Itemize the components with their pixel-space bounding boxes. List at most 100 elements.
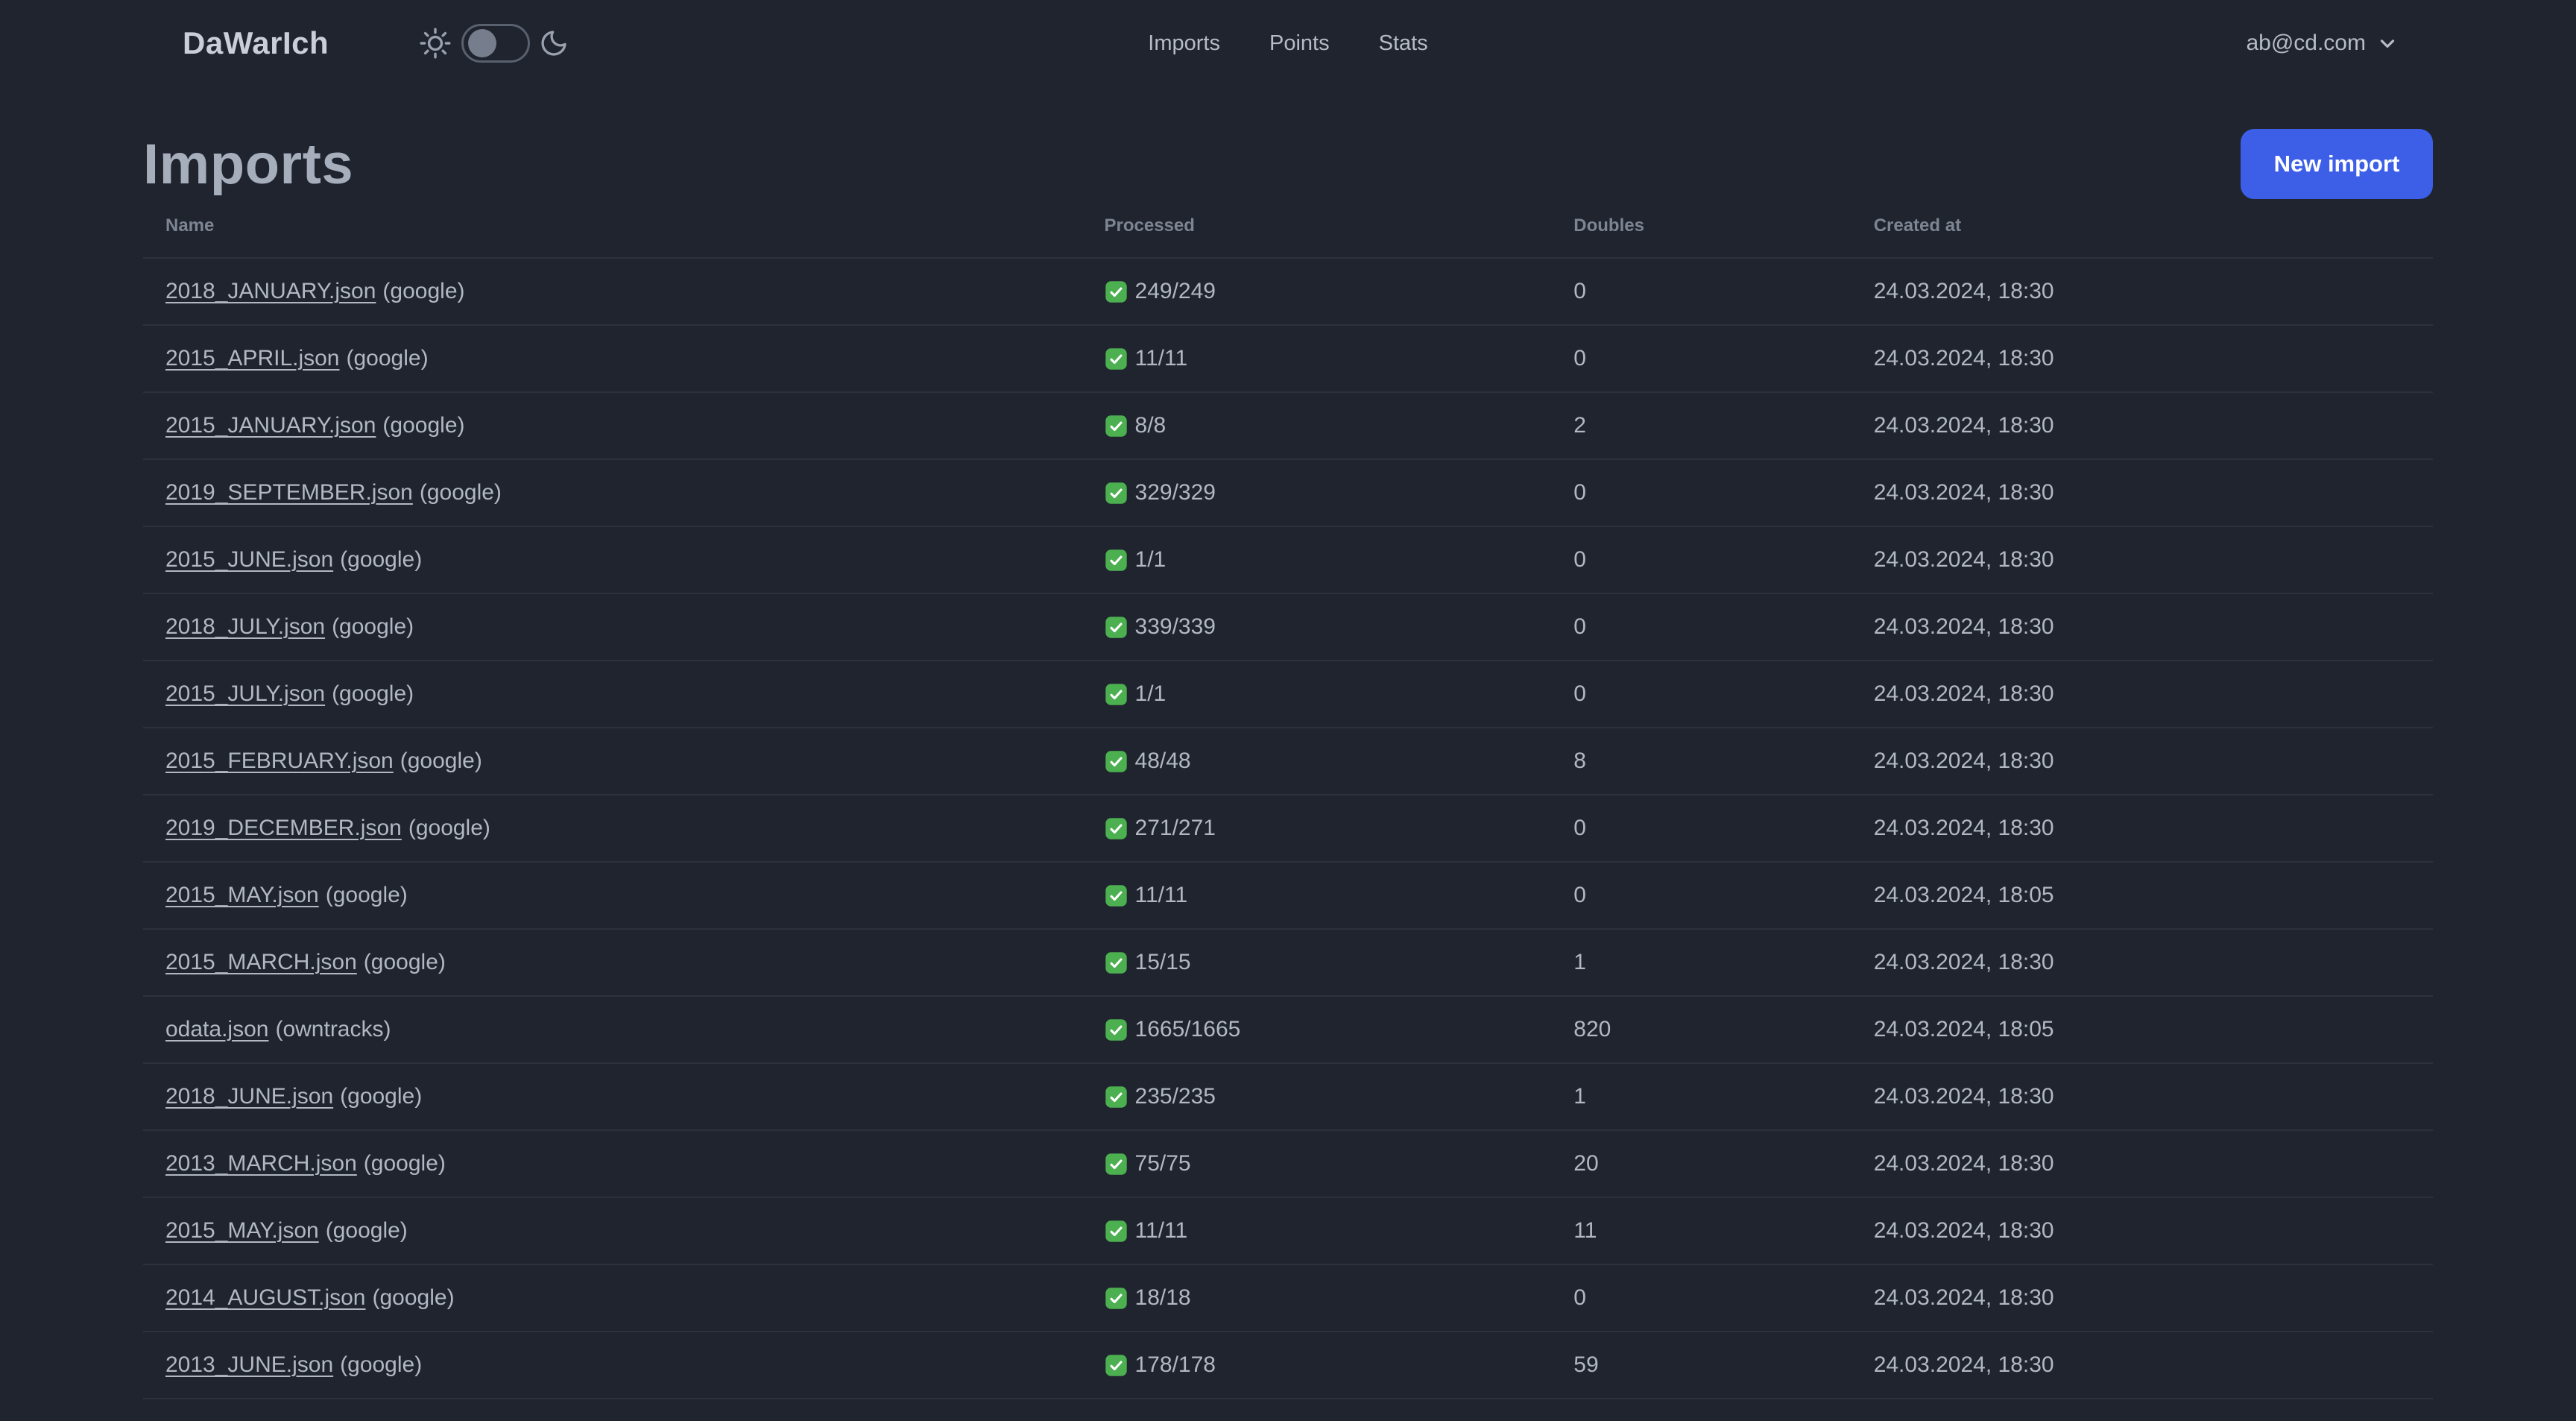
nav-link-points[interactable]: Points (1269, 31, 1330, 56)
page-title: Imports (143, 132, 354, 196)
processed-count: 178/178 (1134, 1352, 1216, 1377)
chevron-down-icon (2376, 32, 2399, 54)
new-import-button[interactable]: New import (2241, 129, 2433, 199)
import-file-link[interactable]: 2015_MARCH.json (165, 950, 357, 974)
created-at: 24.03.2024, 18:05 (1851, 995, 2433, 1063)
created-at: 24.03.2024, 18:30 (1851, 794, 2433, 862)
success-check-icon (1105, 482, 1128, 505)
processed-count: 18/18 (1134, 1285, 1191, 1310)
table-row: 2015_MAY.json (google) 11/11 0 24.03.2024… (143, 861, 2433, 929)
toggle-knob (468, 29, 497, 57)
created-at (1851, 1398, 2433, 1421)
processed-count: 11/11 (1134, 346, 1188, 371)
success-check-icon (1105, 347, 1128, 371)
import-file-link[interactable]: 2019_SEPTEMBER.json (165, 480, 413, 505)
table-row: 2018_JANUARY.json (google) 249/249 0 24.0… (143, 257, 2433, 325)
import-source: (google) (408, 816, 490, 840)
import-source: (google) (363, 1151, 446, 1176)
success-check-icon (1105, 549, 1128, 572)
theme-toggle[interactable] (461, 24, 531, 63)
processed-count: 8/8 (1134, 413, 1167, 438)
table-row: 2018_JULY.json (google) 339/339 0 24.03.2… (143, 593, 2433, 661)
import-source: (google) (325, 883, 408, 907)
success-check-icon (1105, 280, 1128, 303)
import-file-link[interactable]: 2015_APRIL.json (165, 346, 340, 371)
import-source: (google) (372, 1285, 455, 1310)
nav-link-imports[interactable]: Imports (1148, 31, 1220, 56)
import-source: (google) (332, 681, 414, 706)
user-menu[interactable]: ab@cd.com (2246, 31, 2399, 56)
table-row: 2018_JUNE.json (google) 235/235 1 24.03.2… (143, 1062, 2433, 1130)
import-file-link[interactable]: 2015_FEBRUARY.json (165, 749, 394, 773)
doubles-count: 1 (1551, 1062, 1852, 1130)
created-at: 24.03.2024, 18:30 (1851, 1062, 2433, 1130)
doubles-count: 0 (1551, 794, 1852, 862)
import-file-link[interactable]: 2015_JANUARY.json (165, 413, 376, 438)
created-at: 24.03.2024, 18:30 (1851, 660, 2433, 728)
success-check-icon (1105, 415, 1128, 438)
doubles-count: 0 (1551, 257, 1852, 325)
import-file-link[interactable]: 2018_JANUARY.json (165, 279, 376, 303)
processed-count: 11/11 (1134, 1218, 1188, 1243)
success-check-icon (1105, 1354, 1128, 1377)
app-logo[interactable]: DaWarIch (183, 25, 329, 61)
table-row: 2015_JUNE.json (google) 1/1 0 24.03.2024,… (143, 526, 2433, 593)
table-row: 2015_FEBRUARY.json (google) 48/48 8 24.03… (143, 727, 2433, 795)
column-header-doubles: Doubles (1573, 215, 1644, 236)
import-file-link[interactable]: odata.json (165, 1017, 268, 1042)
moon-icon (539, 28, 569, 58)
table-row-partial (143, 1398, 2433, 1421)
column-header-name: Name (165, 215, 215, 236)
created-at: 24.03.2024, 18:30 (1851, 391, 2433, 459)
import-source: (google) (340, 1352, 423, 1377)
created-at: 24.03.2024, 18:05 (1851, 861, 2433, 929)
import-file-link[interactable]: 2015_JUNE.json (165, 547, 333, 572)
processed-count: 1665/1665 (1134, 1017, 1241, 1042)
success-check-icon (1105, 750, 1128, 773)
table-row: 2019_SEPTEMBER.json (google) 329/329 0 24… (143, 459, 2433, 526)
table-row: 2013_MARCH.json (google) 75/75 20 24.03.2… (143, 1129, 2433, 1197)
main-nav: Imports Points Stats (1148, 31, 1427, 56)
processed-count: 75/75 (1134, 1151, 1191, 1176)
import-file-link[interactable]: 2019_DECEMBER.json (165, 816, 402, 840)
doubles-count: 820 (1551, 995, 1852, 1063)
import-file-link[interactable]: 2018_JUNE.json (165, 1084, 333, 1109)
import-file-link[interactable]: 2014_AUGUST.json (165, 1285, 365, 1310)
created-at: 24.03.2024, 18:30 (1851, 593, 2433, 661)
theme-switcher (418, 24, 569, 63)
import-file-link[interactable]: 2018_JULY.json (165, 614, 325, 639)
processed-count: 329/329 (1134, 480, 1216, 505)
import-source: (google) (382, 413, 465, 438)
processed-count: 11/11 (1134, 883, 1188, 907)
table-row: 2019_DECEMBER.json (google) 271/271 0 24.… (143, 794, 2433, 862)
doubles-count: 0 (1551, 459, 1852, 526)
import-file-link[interactable]: 2015_JULY.json (165, 681, 325, 706)
import-file-link[interactable]: 2013_MARCH.json (165, 1151, 357, 1176)
table-row: 2015_MAY.json (google) 11/11 11 24.03.202… (143, 1197, 2433, 1264)
import-file-link[interactable]: 2015_MAY.json (165, 883, 319, 907)
import-source: (google) (363, 950, 446, 974)
import-source: (google) (332, 614, 414, 639)
processed-count: 249/249 (1134, 279, 1216, 303)
imports-table: Name Processed Doubles Created at 2018_J… (143, 210, 2433, 1421)
import-file-link[interactable]: 2015_MAY.json (165, 1218, 319, 1243)
processed-count: 235/235 (1134, 1084, 1216, 1109)
success-check-icon (1105, 683, 1128, 706)
user-email: ab@cd.com (2246, 31, 2366, 55)
doubles-count: 0 (1551, 861, 1852, 929)
processed-count: 1/1 (1134, 681, 1167, 706)
success-check-icon (1105, 817, 1128, 840)
processed-count: 15/15 (1134, 950, 1191, 974)
processed-count: 48/48 (1134, 749, 1191, 773)
created-at: 24.03.2024, 18:30 (1851, 1129, 2433, 1197)
import-source: (google) (419, 480, 502, 505)
doubles-count: 0 (1551, 324, 1852, 392)
nav-link-stats[interactable]: Stats (1379, 31, 1428, 56)
imports-page: Imports New import Name Processed Double… (143, 128, 2433, 1421)
success-check-icon (1105, 951, 1128, 974)
table-row: 2015_JANUARY.json (google) 8/8 2 24.03.20… (143, 391, 2433, 459)
import-source: (owntracks) (275, 1017, 391, 1042)
doubles-count: 20 (1551, 1129, 1852, 1197)
import-source: (google) (340, 547, 423, 572)
import-file-link[interactable]: 2013_JUNE.json (165, 1352, 333, 1377)
